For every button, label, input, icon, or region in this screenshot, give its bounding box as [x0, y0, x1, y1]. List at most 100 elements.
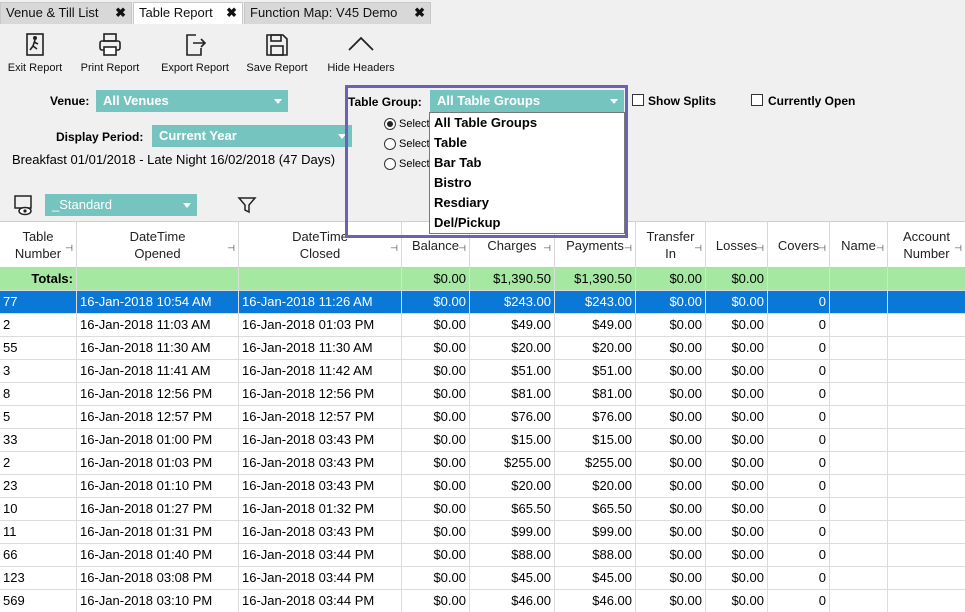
table-row[interactable]: 33 16-Jan-2018 01:00 PM 16-Jan-2018 03:43 … [0, 429, 965, 452]
export-report-label: Export Report [161, 62, 229, 74]
close-icon[interactable]: ✖ [414, 3, 425, 23]
layout-value: _Standard [52, 197, 112, 212]
table-row[interactable]: 23 16-Jan-2018 01:10 PM 16-Jan-2018 03:43 … [0, 475, 965, 498]
pin-icon[interactable]: ⊣ [818, 240, 826, 257]
cell-account-number [888, 383, 965, 405]
cell-name [830, 383, 888, 405]
cell-charges: $76.00 [470, 406, 555, 428]
close-icon[interactable]: ✖ [226, 3, 237, 23]
cell-balance: $0.00 [402, 291, 470, 313]
pin-icon[interactable]: ⊣ [390, 240, 398, 257]
dropdown-option[interactable]: Bistro [430, 173, 624, 193]
cell-table-number: 23 [0, 475, 77, 497]
cell-charges: $255.00 [470, 452, 555, 474]
exit-report-button[interactable]: Exit Report [4, 32, 66, 74]
totals-charges: $1,390.50 [470, 268, 555, 290]
col-header-covers[interactable]: Covers ⊣ [768, 222, 830, 268]
cell-opened: 16-Jan-2018 11:03 AM [77, 314, 239, 336]
print-report-label: Print Report [80, 62, 140, 74]
display-period-combo[interactable]: Current Year [152, 125, 352, 147]
pin-icon[interactable]: ⊣ [624, 240, 632, 257]
cell-charges: $20.00 [470, 337, 555, 359]
pin-icon[interactable]: ⊣ [543, 240, 551, 257]
cell-account-number [888, 544, 965, 566]
cell-closed: 16-Jan-2018 03:44 PM [239, 590, 402, 612]
col-header-name[interactable]: Name ⊣ [830, 222, 888, 268]
col-header-closed[interactable]: DateTime Closed ⊣ [239, 222, 402, 268]
cell-account-number [888, 590, 965, 612]
table-row[interactable]: 5 16-Jan-2018 12:57 PM 16-Jan-2018 12:57 P… [0, 406, 965, 429]
table-row[interactable]: 77 16-Jan-2018 10:54 AM 16-Jan-2018 11:26 … [0, 291, 965, 314]
hide-headers-button[interactable]: Hide Headers [325, 32, 397, 74]
table-row[interactable]: 2 16-Jan-2018 01:03 PM 16-Jan-2018 03:43 P… [0, 452, 965, 475]
dropdown-option[interactable]: Del/Pickup [430, 213, 624, 233]
table-row[interactable]: 3 16-Jan-2018 11:41 AM 16-Jan-2018 11:42 A… [0, 360, 965, 383]
cell-opened: 16-Jan-2018 03:08 PM [77, 567, 239, 589]
pin-icon[interactable]: ⊣ [65, 240, 73, 257]
tab-table-report[interactable]: Table Report ✖ [133, 2, 243, 24]
col-header-losses[interactable]: Losses ⊣ [706, 222, 768, 268]
cell-balance: $0.00 [402, 429, 470, 451]
table-row[interactable]: 123 16-Jan-2018 03:08 PM 16-Jan-2018 03:44… [0, 567, 965, 590]
cell-closed: 16-Jan-2018 12:57 PM [239, 406, 402, 428]
table-row[interactable]: 8 16-Jan-2018 12:56 PM 16-Jan-2018 12:56 P… [0, 383, 965, 406]
dropdown-option[interactable]: Table [430, 133, 624, 153]
tab-venue-till-list[interactable]: Venue & Till List ✖ [0, 2, 132, 24]
table-row[interactable]: 55 16-Jan-2018 11:30 AM 16-Jan-2018 11:30 … [0, 337, 965, 360]
dropdown-option[interactable]: Resdiary [430, 193, 624, 213]
pin-icon[interactable]: ⊣ [954, 240, 962, 257]
pin-icon[interactable]: ⊣ [458, 240, 466, 257]
layout-combo[interactable]: _Standard [45, 194, 197, 216]
show-splits-checkbox[interactable] [632, 94, 644, 106]
radio-select-2[interactable] [384, 138, 396, 150]
pin-icon[interactable]: ⊣ [694, 240, 702, 257]
cell-account-number [888, 567, 965, 589]
table-row[interactable]: 11 16-Jan-2018 01:31 PM 16-Jan-2018 03:43 … [0, 521, 965, 544]
table-group-dropdown: All Table Groups Table Bar Tab Bistro Re… [429, 112, 625, 234]
cell-payments: $255.00 [555, 452, 636, 474]
cell-table-number: 77 [0, 291, 77, 313]
close-icon[interactable]: ✖ [115, 3, 126, 23]
venue-combo[interactable]: All Venues [96, 90, 288, 112]
cell-table-number: 569 [0, 590, 77, 612]
save-report-button[interactable]: Save Report [245, 32, 309, 74]
cell-account-number [888, 291, 965, 313]
table-row[interactable]: 2 16-Jan-2018 11:03 AM 16-Jan-2018 01:03 P… [0, 314, 965, 337]
cell-table-number: 55 [0, 337, 77, 359]
cell-balance: $0.00 [402, 521, 470, 543]
cell-account-number [888, 521, 965, 543]
cell-covers: 0 [768, 429, 830, 451]
print-report-button[interactable]: Print Report [78, 32, 142, 74]
table-row[interactable]: 569 16-Jan-2018 03:10 PM 16-Jan-2018 03:44… [0, 590, 965, 612]
col-header-table-number[interactable]: Table Number ⊣ [0, 222, 77, 268]
pin-icon[interactable]: ⊣ [876, 240, 884, 257]
radio-select-1[interactable] [384, 118, 396, 130]
filter-icon[interactable] [237, 195, 257, 215]
currently-open-checkbox[interactable] [751, 94, 763, 106]
radio-select-3[interactable] [384, 158, 396, 170]
col-header-transfer-in[interactable]: Transfer In ⊣ [636, 222, 706, 268]
tab-function-map[interactable]: Function Map: V45 Demo ✖ [244, 2, 431, 24]
export-report-button[interactable]: Export Report [158, 32, 232, 74]
currently-open-label: Currently Open [768, 94, 856, 108]
dropdown-option[interactable]: All Table Groups [430, 113, 624, 133]
col-header-opened[interactable]: DateTime Opened ⊣ [77, 222, 239, 268]
chevron-down-icon [338, 134, 346, 139]
dropdown-option[interactable]: Bar Tab [430, 153, 624, 173]
table-row[interactable]: 10 16-Jan-2018 01:27 PM 16-Jan-2018 01:32 … [0, 498, 965, 521]
table-group-combo[interactable]: All Table Groups [430, 90, 624, 112]
cell-covers: 0 [768, 360, 830, 382]
view-layout-icon[interactable] [13, 194, 35, 216]
cell-covers: 0 [768, 498, 830, 520]
table-row[interactable]: 66 16-Jan-2018 01:40 PM 16-Jan-2018 03:44 … [0, 544, 965, 567]
cell-charges: $243.00 [470, 291, 555, 313]
col-header-account-number[interactable]: Account Number ⊣ [888, 222, 965, 268]
cell-payments: $20.00 [555, 475, 636, 497]
cell-closed: 16-Jan-2018 03:43 PM [239, 475, 402, 497]
cell-table-number: 33 [0, 429, 77, 451]
cell-balance: $0.00 [402, 498, 470, 520]
pin-icon[interactable]: ⊣ [756, 240, 764, 257]
display-period-value: Current Year [159, 128, 237, 143]
pin-icon[interactable]: ⊣ [227, 240, 235, 257]
cell-payments: $51.00 [555, 360, 636, 382]
